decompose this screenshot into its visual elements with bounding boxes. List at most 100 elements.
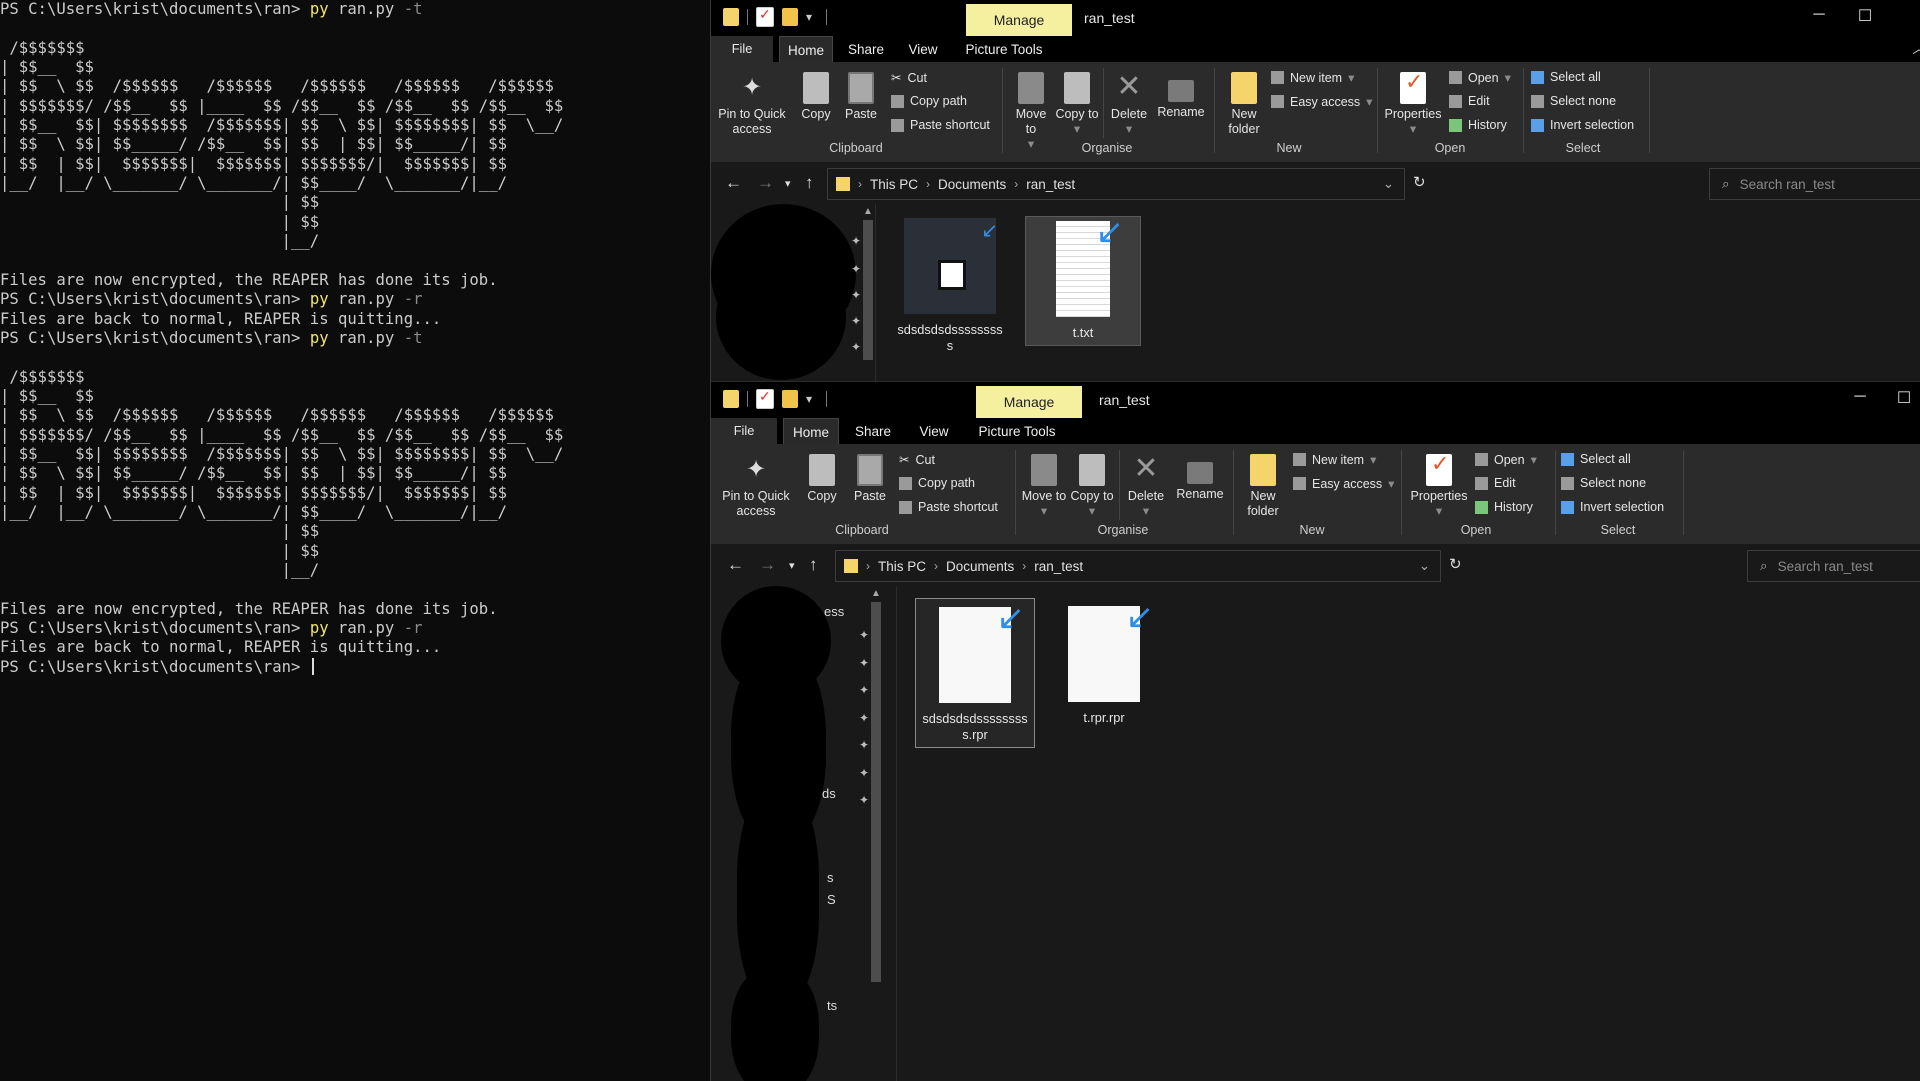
properties-button[interactable]: Properties▾ — [1381, 72, 1445, 137]
new-folder-quick-icon[interactable] — [782, 390, 798, 408]
paste-shortcut-button[interactable]: Paste shortcut — [891, 118, 990, 132]
pin-icon[interactable]: ✦ — [851, 340, 861, 354]
customize-toolbar-icon[interactable]: ▾ — [806, 390, 818, 408]
move-to-button[interactable]: Move to ▾ — [1021, 454, 1067, 519]
tab-view[interactable]: View — [897, 36, 949, 62]
new-folder-button[interactable]: New folder — [1221, 72, 1267, 137]
pin-icon[interactable]: ✦ — [859, 683, 869, 697]
properties-button[interactable]: Properties▾ — [1406, 454, 1472, 519]
nav-item-fragment[interactable]: ds — [822, 786, 836, 801]
cut-button[interactable]: ✂ Cut — [899, 452, 935, 468]
title-bar[interactable]: ▾ Manage ran_test ─ ☐ — [711, 0, 1920, 36]
breadcrumb-this-pc[interactable]: This PC — [878, 559, 926, 574]
up-arrow-icon[interactable]: ↑ — [809, 555, 818, 575]
scroll-thumb[interactable] — [871, 602, 881, 982]
collapse-ribbon-icon[interactable]: ︿ — [1896, 38, 1920, 57]
recent-locations-icon[interactable]: ▾ — [789, 559, 795, 572]
file-list[interactable]: ↙ sdsdsdsdsssssssss.rpr ↙ t.rpr.rpr — [896, 586, 1920, 1081]
pin-icon[interactable]: ✦ — [851, 314, 861, 328]
tab-share[interactable]: Share — [843, 418, 903, 444]
nav-scrollbar[interactable]: ▲ — [869, 586, 883, 1081]
scroll-up-icon[interactable]: ▲ — [871, 588, 881, 599]
maximize-button[interactable]: ☐ — [1881, 388, 1920, 408]
nav-scrollbar[interactable]: ▲ — [861, 204, 875, 381]
address-bar[interactable]: › This PC › Documents › ran_test ⌄ — [827, 168, 1405, 200]
search-input[interactable]: ⌕ Search ran_test — [1709, 168, 1920, 200]
select-all-button[interactable]: Select all — [1531, 70, 1601, 84]
invert-selection-button[interactable]: Invert selection — [1561, 500, 1664, 514]
nav-item-fragment[interactable]: S — [827, 892, 836, 907]
properties-quick-icon[interactable] — [756, 6, 774, 27]
copy-button[interactable]: Copy — [796, 72, 836, 122]
paste-shortcut-button[interactable]: Paste shortcut — [899, 500, 998, 514]
breadcrumb-documents[interactable]: Documents — [946, 559, 1014, 574]
cut-button[interactable]: ✂ Cut — [891, 70, 927, 86]
breadcrumb-ran-test[interactable]: ran_test — [1026, 177, 1075, 192]
easy-access-button[interactable]: Easy access ▾ — [1293, 476, 1394, 491]
title-bar[interactable]: ▾ Manage ran_test ─ ☐ — [711, 382, 1920, 418]
new-item-button[interactable]: New item ▾ — [1271, 70, 1354, 85]
customize-toolbar-icon[interactable]: ▾ — [806, 8, 818, 26]
address-dropdown-icon[interactable]: ⌄ — [1419, 558, 1430, 574]
breadcrumb-documents[interactable]: Documents — [938, 177, 1006, 192]
select-none-button[interactable]: Select none — [1531, 94, 1616, 108]
tab-view[interactable]: View — [907, 418, 961, 444]
pin-icon[interactable]: ✦ — [851, 234, 861, 248]
tab-home[interactable]: Home — [783, 418, 839, 445]
tab-file[interactable]: File — [711, 36, 773, 62]
navigation-pane[interactable]: ess ds s S ts ✦ ✦ ✦ ✦ ✦ ✦ ✦ ▲ — [711, 586, 883, 1081]
back-arrow-icon[interactable]: ← — [727, 555, 744, 575]
back-arrow-icon[interactable]: ← — [725, 173, 742, 193]
select-all-button[interactable]: Select all — [1561, 452, 1631, 466]
tab-file[interactable]: File — [711, 418, 777, 444]
scroll-thumb[interactable] — [863, 220, 873, 360]
rename-button[interactable]: Rename — [1173, 454, 1227, 502]
history-button[interactable]: History — [1449, 118, 1507, 132]
delete-button[interactable]: ✕ Delete ▾ — [1107, 72, 1151, 137]
pin-icon[interactable]: ✦ — [851, 262, 861, 276]
pin-quick-access-button[interactable]: ✦ Pin to Quick access — [719, 454, 793, 519]
history-button[interactable]: History — [1475, 500, 1533, 514]
nav-item-fragment[interactable]: ess — [824, 604, 844, 619]
file-item-selected[interactable]: ↙ sdsdsdsdsssssssss.rpr — [915, 598, 1035, 748]
pin-icon[interactable]: ✦ — [859, 656, 869, 670]
maximize-button[interactable]: ☐ — [1842, 6, 1888, 26]
tab-picture-tools[interactable]: Picture Tools — [959, 36, 1049, 62]
pin-icon[interactable]: ✦ — [851, 288, 861, 302]
minimize-button[interactable]: ─ — [1837, 388, 1883, 406]
paste-button[interactable]: Paste — [841, 72, 881, 122]
pin-icon[interactable]: ✦ — [859, 738, 869, 752]
tab-picture-tools[interactable]: Picture Tools — [971, 418, 1063, 444]
pin-quick-access-button[interactable]: ✦ Pin to Quick access — [717, 72, 787, 137]
select-none-button[interactable]: Select none — [1561, 476, 1646, 490]
nav-item-fragment[interactable]: s — [827, 870, 834, 885]
edit-button[interactable]: Edit — [1449, 94, 1490, 108]
tab-share[interactable]: Share — [837, 36, 895, 62]
address-bar[interactable]: › This PC › Documents › ran_test ⌄ — [835, 550, 1441, 582]
refresh-icon[interactable]: ↻ — [1413, 173, 1426, 191]
tab-home[interactable]: Home — [779, 36, 833, 63]
pin-icon[interactable]: ✦ — [859, 628, 869, 642]
breadcrumb-ran-test[interactable]: ran_test — [1034, 559, 1083, 574]
pin-icon[interactable]: ✦ — [859, 711, 869, 725]
powershell-terminal[interactable]: PS C:\Users\krist\documents\ran> py ran.… — [0, 0, 710, 1080]
file-item-selected[interactable]: ↙ t.txt — [1025, 215, 1141, 346]
new-folder-quick-icon[interactable] — [782, 8, 798, 26]
edit-button[interactable]: Edit — [1475, 476, 1516, 490]
navigation-pane[interactable]: ✦ ✦ ✦ ✦ ✦ ▲ — [711, 204, 875, 381]
copy-path-button[interactable]: Copy path — [891, 94, 967, 108]
rename-button[interactable]: Rename — [1155, 72, 1207, 120]
copy-to-button[interactable]: Copy to ▾ — [1055, 72, 1099, 137]
delete-button[interactable]: ✕ Delete ▾ — [1123, 454, 1169, 519]
open-button[interactable]: Open ▾ — [1475, 452, 1537, 467]
forward-arrow-icon[interactable]: → — [759, 555, 776, 575]
address-dropdown-icon[interactable]: ⌄ — [1383, 176, 1394, 192]
breadcrumb-this-pc[interactable]: This PC — [870, 177, 918, 192]
forward-arrow-icon[interactable]: → — [757, 173, 774, 193]
copy-path-button[interactable]: Copy path — [899, 476, 975, 490]
copy-button[interactable]: Copy — [801, 454, 843, 504]
copy-to-button[interactable]: Copy to ▾ — [1069, 454, 1115, 519]
up-arrow-icon[interactable]: ↑ — [805, 173, 814, 193]
properties-quick-icon[interactable] — [756, 388, 774, 409]
easy-access-button[interactable]: Easy access ▾ — [1271, 94, 1372, 109]
